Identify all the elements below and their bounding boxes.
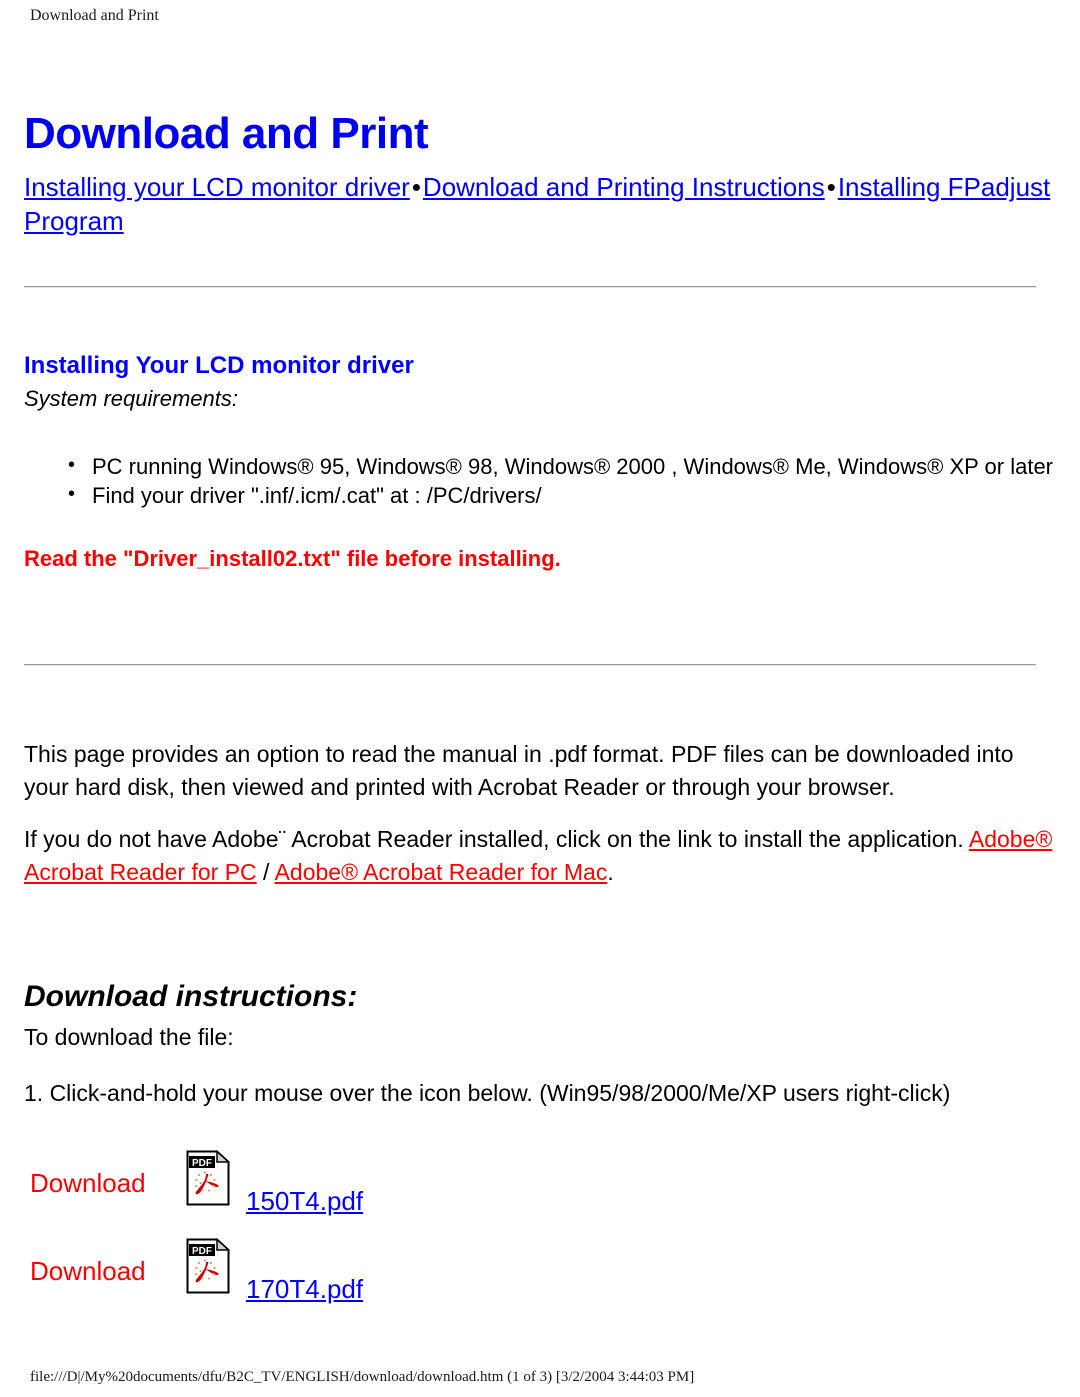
- link-170t4-pdf[interactable]: 170T4.pdf: [246, 1274, 363, 1304]
- pdf-file-icon[interactable]: PDF: [186, 1238, 230, 1294]
- nav-link-download-printing[interactable]: Download and Printing Instructions: [423, 172, 825, 202]
- document-page: Download and Print Download and Print In…: [0, 0, 1080, 1397]
- download-label: Download: [30, 1256, 146, 1286]
- svg-text:PDF: PDF: [192, 1246, 212, 1257]
- link-150t4-pdf[interactable]: 150T4.pdf: [246, 1186, 363, 1216]
- download-row-150t4: Download PDF 150T4.pdf: [24, 1148, 444, 1224]
- download-row-170t4: Download PDF 170T4.pdf: [24, 1236, 444, 1312]
- list-item: Find your driver ".inf/.icm/.cat" at : /…: [60, 480, 1060, 510]
- system-requirements-list: PC running Windows® 95, Windows® 98, Win…: [60, 451, 1060, 510]
- download-instructions-heading: Download instructions:: [24, 980, 358, 1013]
- divider-middle: [24, 664, 1036, 666]
- link-adobe-acrobat-reader-mac[interactable]: Adobe® Acrobat Reader for Mac: [275, 859, 608, 885]
- download-filename-170t4: 170T4.pdf: [246, 1274, 363, 1304]
- running-header: Download and Print: [30, 7, 159, 24]
- pdf-file-icon[interactable]: PDF: [186, 1150, 230, 1206]
- download-filename-150t4: 150T4.pdf: [246, 1186, 363, 1216]
- divider-top: [24, 286, 1036, 288]
- page-title: Download and Print: [24, 109, 429, 159]
- svg-text:PDF: PDF: [192, 1158, 212, 1169]
- system-requirements-label: System requirements:: [24, 386, 238, 411]
- nav-separator-2: •: [826, 172, 836, 202]
- nav-link-installing-driver[interactable]: Installing your LCD monitor driver: [24, 172, 410, 202]
- list-item: PC running Windows® 95, Windows® 98, Win…: [60, 451, 1060, 481]
- breadcrumb-nav: Installing your LCD monitor driver•Downl…: [24, 170, 1058, 238]
- download-intro-text: To download the file:: [24, 1024, 234, 1050]
- pdf-format-paragraph: This page provides an option to read the…: [24, 741, 1014, 800]
- section-heading-installing-driver: Installing Your LCD monitor driver: [24, 351, 414, 379]
- download-label: Download: [30, 1168, 146, 1198]
- driver-install-warning: Read the "Driver_install02.txt" file bef…: [24, 546, 561, 571]
- acrobat-paragraph-text-post: .: [607, 859, 614, 885]
- acrobat-paragraph-text-mid: /: [256, 859, 275, 885]
- acrobat-reader-paragraph: If you do not have Adobe¨ Acrobat Reader…: [24, 823, 1056, 889]
- footer-path: file:///D|/My%20documents/dfu/B2C_TV/ENG…: [30, 1369, 695, 1385]
- nav-separator-1: •: [411, 172, 421, 202]
- download-step-1: 1. Click-and-hold your mouse over the ic…: [24, 1080, 951, 1106]
- acrobat-paragraph-text-pre: If you do not have Adobe¨ Acrobat Reader…: [24, 826, 969, 852]
